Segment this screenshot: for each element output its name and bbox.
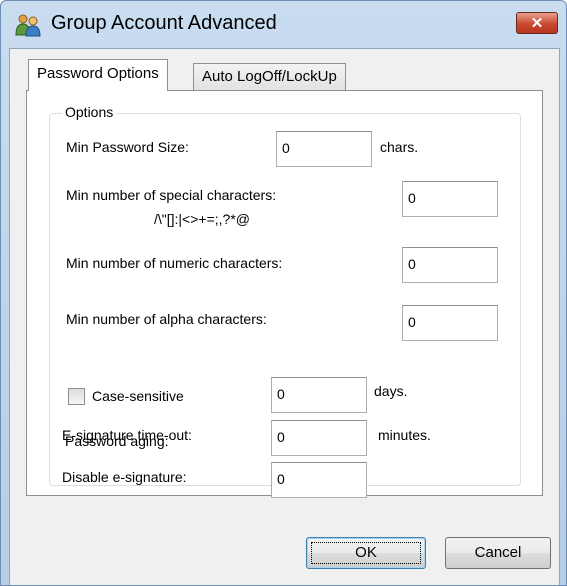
case-sensitive-label[interactable]: Case-sensitive: [92, 388, 184, 404]
tab-auto-logoff-lockup-label: Auto LogOff/LockUp: [202, 68, 337, 85]
min-special-input[interactable]: 0: [402, 181, 498, 217]
close-button[interactable]: ✕: [516, 12, 558, 34]
close-icon: ✕: [530, 15, 544, 32]
disable-esig-input[interactable]: 0: [271, 462, 367, 498]
min-numeric-input[interactable]: 0: [402, 247, 498, 283]
window-title: Group Account Advanced: [51, 12, 277, 34]
tab-password-options-label: Password Options: [37, 65, 159, 82]
cancel-button-label: Cancel: [474, 544, 522, 561]
dialog-client-area: Password Options Auto LogOff/LockUp Opti…: [9, 48, 560, 585]
dialog-window: Group Account Advanced ✕ Password Option…: [0, 0, 567, 586]
options-group-title: Options: [62, 104, 117, 120]
tab-password-options[interactable]: Password Options: [28, 59, 168, 91]
disable-esig-label: Disable e-signature:: [62, 469, 187, 485]
case-sensitive-checkbox[interactable]: [68, 388, 85, 405]
users-group-icon: [15, 14, 41, 37]
esig-timeout-unit: minutes.: [378, 427, 431, 443]
min-password-size-label: Min Password Size:: [66, 139, 189, 155]
min-alpha-input[interactable]: 0: [402, 305, 498, 341]
title-bar[interactable]: Group Account Advanced ✕: [1, 1, 566, 51]
min-alpha-label: Min number of alpha characters:: [66, 311, 267, 327]
tab-auto-logoff-lockup[interactable]: Auto LogOff/LockUp: [193, 63, 346, 91]
ok-focus-rect: [311, 542, 421, 564]
special-chars-hint: /\"[]:|<>+=;,?*@: [154, 211, 250, 227]
esig-timeout-input[interactable]: 0: [271, 420, 367, 456]
esig-timeout-label: E-signature time-out:: [62, 427, 192, 443]
min-password-size-unit: chars.: [380, 139, 419, 155]
password-aging-input[interactable]: 0: [271, 377, 367, 413]
min-numeric-label: Min number of numeric characters:: [66, 255, 283, 271]
ok-button[interactable]: OK: [306, 537, 426, 569]
cancel-button[interactable]: Cancel: [445, 537, 551, 569]
min-special-label: Min number of special characters:: [66, 187, 277, 203]
min-password-size-input[interactable]: 0: [276, 131, 372, 167]
password-aging-unit: days.: [374, 383, 408, 399]
